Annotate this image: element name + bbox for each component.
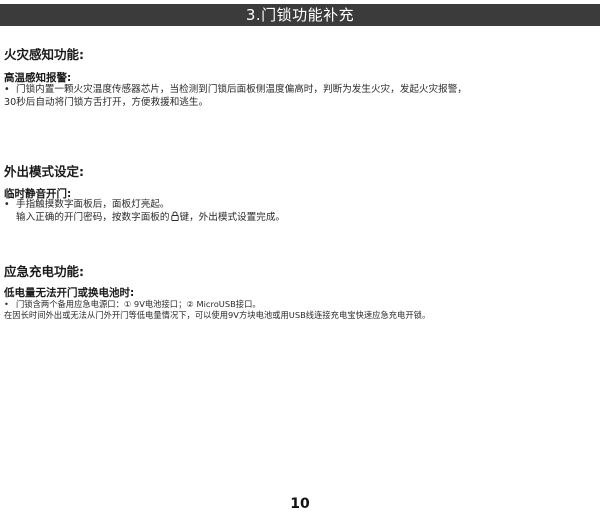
emergency-line-1-text: 门锁含两个备用应急电源口：① 9V电池接口；② MicroUSB接口。 — [16, 299, 261, 309]
section-heading-emergency-charge: 应急充电功能: — [4, 264, 84, 279]
lock-icon — [170, 211, 179, 221]
emergency-line-1: • 门锁含两个备用应急电源口：① 9V电池接口；② MicroUSB接口。 — [4, 299, 261, 310]
away-line-2-before: 输入正确的开门密码，按数字面板的 — [16, 212, 170, 223]
sub-heading-low-battery: 低电量无法开门或换电池时: — [4, 287, 135, 299]
section-heading-fire: 火灾感知功能: — [4, 47, 84, 62]
fire-line-2: 30秒后自动将门锁方舌打开，方便救援和逃生。 — [4, 97, 209, 108]
emergency-line-2: 在因长时间外出或无法从门外开门等低电量情况下，可以使用9V方块电池或用USB线连… — [4, 310, 431, 320]
bullet-icon: • — [4, 299, 9, 309]
bullet-icon: • — [4, 84, 10, 95]
away-line-1: • 手指触摸数字面板后，面板灯亮起。 — [4, 198, 170, 211]
bullet-icon: • — [4, 199, 10, 210]
page-title: 3.门锁功能补充 — [0, 4, 600, 26]
away-line-1-text: 手指触摸数字面板后，面板灯亮起。 — [16, 199, 170, 210]
fire-line-1: • 门锁内置一颗火灾温度传感器芯片，当检测到门锁后面板侧温度偏高时，判断为发生火灾… — [4, 83, 467, 96]
page-number: 10 — [290, 496, 310, 512]
section-heading-away-mode: 外出模式设定: — [4, 164, 84, 179]
away-line-2-after: 键，外出模式设置完成。 — [179, 212, 286, 223]
away-line-2: 输入正确的开门密码，按数字面板的 键，外出模式设置完成。 — [4, 211, 285, 224]
fire-line-1-text: 门锁内置一颗火灾温度传感器芯片，当检测到门锁后面板侧温度偏高时，判断为发生火灾，… — [16, 84, 467, 95]
